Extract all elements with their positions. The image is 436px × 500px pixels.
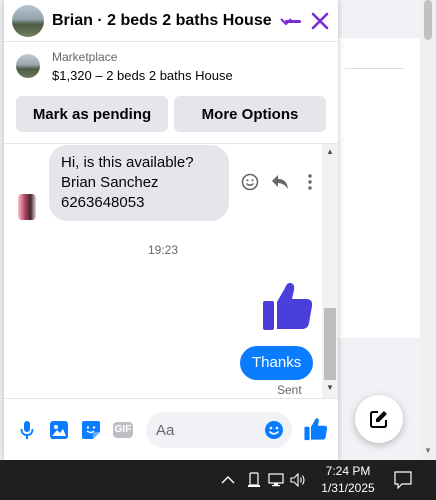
conversation-avatar[interactable] bbox=[12, 4, 44, 37]
marketplace-listing[interactable]: Marketplace $1,320 – 2 beds 2 baths Hous… bbox=[4, 42, 338, 90]
volume-icon[interactable] bbox=[290, 472, 306, 488]
thumbs-up-icon bbox=[304, 418, 328, 441]
page-scroll-down-arrow[interactable]: ▼ bbox=[423, 446, 433, 456]
reply-icon bbox=[272, 175, 288, 189]
attach-photo-button[interactable] bbox=[48, 419, 70, 441]
conversation-title[interactable]: Brian · 2 beds 2 baths House bbox=[52, 12, 272, 30]
mark-as-pending-button[interactable]: Mark as pending bbox=[16, 96, 168, 132]
new-message-button[interactable] bbox=[355, 395, 403, 443]
close-button[interactable] bbox=[309, 10, 331, 32]
show-hidden-icons-chevron-up-icon[interactable] bbox=[220, 472, 236, 488]
message-composer: GIF bbox=[4, 398, 338, 460]
background-divider bbox=[345, 68, 403, 69]
voice-clip-button[interactable] bbox=[16, 419, 38, 441]
message-line: Brian Sanchez bbox=[61, 174, 159, 191]
message-status: Sent bbox=[277, 383, 302, 397]
more-options-button[interactable]: More Options bbox=[174, 96, 326, 132]
more-actions-button[interactable] bbox=[300, 172, 320, 192]
clock-time: 7:24 PM bbox=[325, 464, 371, 478]
thumbs-up-icon bbox=[263, 282, 313, 330]
messages-scrollbar[interactable]: ▲ ▼ bbox=[322, 144, 338, 398]
marketplace-label: Marketplace bbox=[52, 49, 118, 64]
reply-button[interactable] bbox=[270, 172, 290, 192]
notifications-icon[interactable] bbox=[394, 471, 412, 490]
more-dots-icon bbox=[308, 174, 312, 190]
background-card bbox=[338, 38, 422, 338]
photo-icon bbox=[50, 421, 68, 439]
react-button[interactable] bbox=[240, 172, 260, 192]
outgoing-message[interactable]: Thanks bbox=[240, 346, 314, 380]
message-tools bbox=[240, 172, 320, 192]
device-icon[interactable] bbox=[246, 472, 262, 488]
gif-icon: GIF bbox=[113, 422, 133, 438]
sticker-icon bbox=[82, 421, 100, 439]
thumbs-up-sticker[interactable] bbox=[262, 280, 314, 332]
scroll-up-arrow[interactable]: ▲ bbox=[322, 146, 338, 158]
listing-title[interactable]: $1,320 – 2 beds 2 baths House bbox=[52, 68, 233, 83]
network-icon[interactable] bbox=[268, 472, 284, 488]
message-timestamp: 19:23 bbox=[147, 243, 179, 257]
scroll-down-arrow[interactable]: ▼ bbox=[322, 382, 338, 394]
listing-thumbnail[interactable] bbox=[16, 54, 40, 78]
compose-icon bbox=[370, 411, 387, 428]
page-scrollbar[interactable]: ▼ bbox=[420, 0, 436, 460]
microphone-icon bbox=[20, 421, 34, 439]
send-like-button[interactable] bbox=[304, 417, 328, 441]
chat-header[interactable]: Brian · 2 beds 2 baths House bbox=[4, 0, 338, 42]
header-divider bbox=[4, 143, 338, 144]
clock-date: 1/31/2025 bbox=[321, 481, 375, 495]
scrollbar-thumb[interactable] bbox=[324, 308, 336, 380]
gif-button[interactable]: GIF bbox=[112, 419, 134, 441]
smiley-icon bbox=[241, 173, 259, 191]
listing-actions: Mark as pending More Options bbox=[4, 90, 338, 132]
page-scrollbar-thumb[interactable] bbox=[424, 0, 432, 40]
sender-avatar[interactable] bbox=[18, 194, 36, 220]
minimize-button[interactable] bbox=[282, 10, 304, 32]
emoji-button[interactable] bbox=[264, 420, 284, 440]
emoji-icon bbox=[265, 421, 283, 439]
taskbar-clock[interactable]: 7:24 PM 1/31/2025 bbox=[316, 463, 380, 497]
sticker-button[interactable] bbox=[80, 419, 102, 441]
minimize-icon bbox=[285, 20, 301, 23]
message-line: 6263648053 bbox=[61, 194, 145, 211]
taskbar: 7:24 PM 1/31/2025 bbox=[0, 460, 436, 500]
chat-window: Brian · 2 beds 2 baths House Marketplace… bbox=[4, 0, 338, 460]
incoming-message[interactable]: Hi, is this available? Brian Sanchez 626… bbox=[49, 145, 229, 221]
close-icon bbox=[311, 12, 329, 30]
message-line: Hi, is this available? bbox=[61, 154, 194, 171]
